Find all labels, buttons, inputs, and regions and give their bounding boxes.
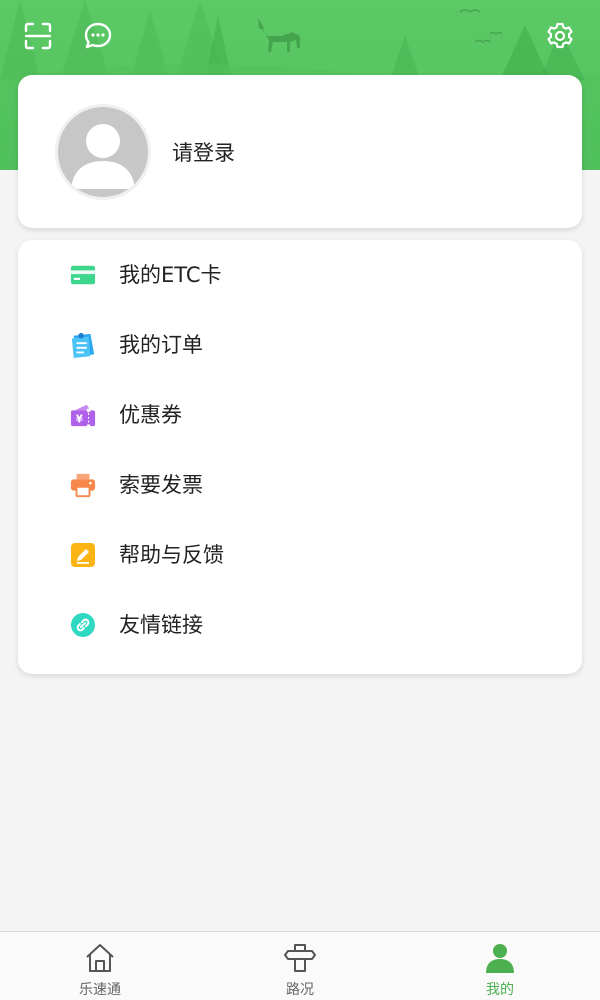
scan-icon[interactable] [18,16,58,56]
tab-label: 我的 [486,982,514,998]
chat-bubble-icon[interactable] [78,16,118,56]
menu-item-coupons[interactable]: ¥ 优惠券 [18,380,582,450]
menu-item-etc-card[interactable]: 我的ETC卡 [18,240,582,310]
signpost-icon [284,944,316,972]
menu-item-invoice[interactable]: 索要发票 [18,450,582,520]
gear-icon[interactable] [540,16,580,56]
menu-item-label: 索要发票 [119,473,203,497]
tab-mine[interactable]: 我的 [400,932,600,1000]
user-icon [486,944,514,973]
menu-item-help-feedback[interactable]: 帮助与反馈 [18,520,582,590]
tab-traffic[interactable]: 路况 [200,932,400,1000]
coupon-icon: ¥ [70,402,96,428]
menu-card: 我的ETC卡 我的订单 ¥ 优惠券 索要发票 帮助与反馈 友情链接 [18,240,582,674]
svg-text:¥: ¥ [76,414,83,425]
menu-item-label: 友情链接 [119,613,203,637]
menu-item-orders[interactable]: 我的订单 [18,310,582,380]
menu-item-label: 帮助与反馈 [119,543,224,567]
profile-card: 请登录 [18,75,582,228]
menu-item-friend-links[interactable]: 友情链接 [18,590,582,660]
tab-home[interactable]: 乐速通 [0,932,200,1000]
menu-item-label: 优惠券 [119,403,182,427]
login-prompt[interactable]: 请登录 [172,137,235,167]
home-icon [86,944,114,972]
menu-item-label: 我的订单 [119,333,203,357]
avatar[interactable] [58,107,148,197]
link-icon [70,612,96,638]
bottom-tab-bar: 乐速通 路况 我的 [0,931,600,1000]
card-icon [70,262,96,288]
menu-item-label: 我的ETC卡 [119,263,222,287]
edit-icon [70,542,96,568]
printer-icon [70,472,96,498]
tab-label: 乐速通 [79,982,121,998]
tab-label: 路况 [286,982,314,998]
order-icon [70,332,96,358]
